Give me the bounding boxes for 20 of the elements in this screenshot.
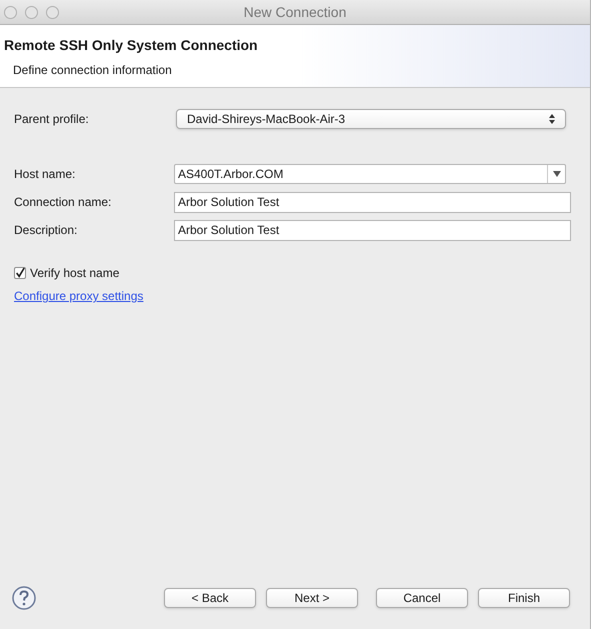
- field-label: Host name:: [14, 166, 76, 183]
- checkbox[interactable]: [14, 267, 26, 279]
- input-field[interactable]: Arbor Solution Test: [174, 192, 571, 212]
- field-label: Parent profile:: [14, 111, 90, 128]
- host-name-combo[interactable]: AS400T.Arbor.COM: [174, 164, 566, 184]
- dialog-button[interactable]: Finish: [478, 588, 570, 608]
- window-title: New Connection: [244, 2, 346, 22]
- parent-profile-select[interactable]: David-Shireys-MacBook-Air-3: [176, 109, 566, 129]
- input-field[interactable]: Arbor Solution Test: [174, 220, 571, 240]
- page-subtitle: Define connection information: [12, 62, 173, 79]
- field-label: Description:: [14, 222, 78, 239]
- dialog-button[interactable]: < Back: [164, 588, 256, 608]
- dialog-button[interactable]: Next >: [266, 588, 358, 608]
- stepper-arrows-icon: [549, 114, 555, 124]
- checkbox-label: Verify host name: [30, 265, 120, 282]
- dialog-button[interactable]: Cancel: [376, 588, 468, 608]
- proxy-settings-link[interactable]: Configure proxy settings: [14, 287, 144, 305]
- field-label: Connection name:: [14, 194, 112, 211]
- page-title: Remote SSH Only System Connection: [4, 36, 259, 55]
- help-icon[interactable]: [12, 586, 36, 610]
